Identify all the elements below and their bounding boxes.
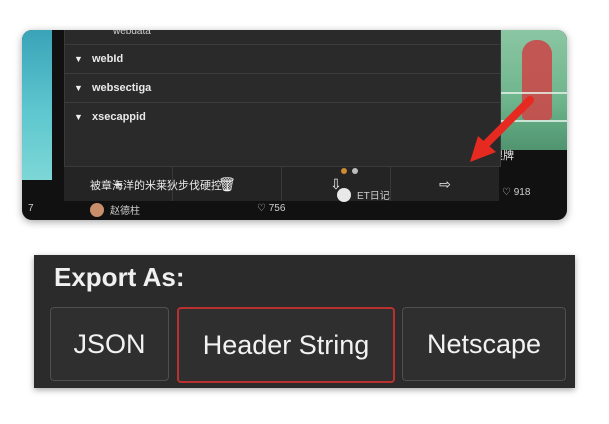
export-title: Export As: [54, 262, 185, 292]
source-name: ET日记 [357, 191, 390, 202]
json-button[interactable]: JSON [50, 307, 169, 381]
chevron-down-icon[interactable]: ▼ [74, 54, 92, 64]
dot [341, 168, 347, 174]
post-caption: 被章海洋的米莱狄步伐硬控了 [90, 180, 233, 192]
likes-count-1: ♡ 756 [257, 203, 286, 214]
author-name: 赵德柱 [110, 206, 140, 217]
cookie-name: xsecappid [92, 111, 146, 123]
post-source-2: ET日记 [337, 187, 390, 202]
cookie-name: websectiga [92, 82, 152, 94]
netscape-button[interactable]: Netscape [402, 307, 566, 381]
thumbnail-left [22, 30, 52, 180]
cookie-editor-popup: 7 限牌 webdata ▼ webId ▼ websectiga ▼ xsec… [22, 30, 567, 220]
avatar [337, 187, 351, 202]
cookie-item-xsecappid[interactable]: ▼ xsecappid [65, 102, 500, 131]
chevron-down-icon[interactable]: ▼ [74, 83, 92, 93]
carousel-dots [341, 168, 358, 174]
cookie-name: webId [92, 53, 124, 65]
cookie-item-cut: webdata [113, 30, 151, 37]
cookie-item-webid[interactable]: ▼ webId [65, 44, 500, 73]
cookie-item-websectiga[interactable]: ▼ websectiga [65, 73, 500, 102]
avatar [90, 202, 104, 217]
export-panel: Export As: JSON Header String Netscape [34, 255, 575, 388]
header-string-button[interactable]: Header String [177, 307, 395, 383]
cookie-list: webdata ▼ webId ▼ websectiga ▼ xsecappid [64, 30, 501, 167]
export-icon: ⇨ [439, 175, 451, 192]
left-number: 7 [28, 203, 34, 214]
red-arrow-icon [470, 96, 534, 162]
post-author: 赵德柱 [90, 202, 140, 217]
chevron-down-icon[interactable]: ▼ [74, 112, 92, 122]
dot [352, 168, 358, 174]
